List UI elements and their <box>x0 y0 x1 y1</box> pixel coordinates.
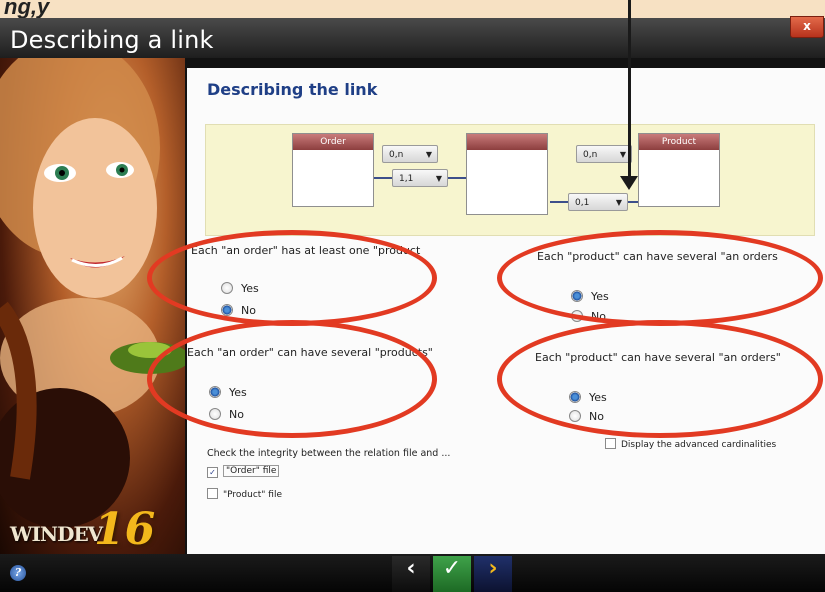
integrity-order-option[interactable]: ✓ "Order" file <box>207 465 280 478</box>
link-table <box>466 133 548 215</box>
close-button[interactable]: x <box>790 16 824 38</box>
product-cardinality-top-select[interactable]: 0,n ▼ <box>576 145 632 163</box>
previous-button[interactable]: ‹ <box>392 556 430 592</box>
advanced-cardinalities-option[interactable]: Display the advanced cardinalities <box>605 438 776 450</box>
integrity-order-label: "Order" file <box>223 465 280 477</box>
link-diagram: Order 0,n ▼ 1,1 ▼ 0,n ▼ 0,1 ▼ Product <box>205 124 815 236</box>
window-title: Describing a link <box>10 26 214 54</box>
next-button[interactable]: › <box>474 556 512 592</box>
chevron-down-icon: ▼ <box>425 150 432 159</box>
checkbox-icon[interactable] <box>207 488 218 499</box>
order-cardinality-bottom-select[interactable]: 1,1 ▼ <box>392 169 448 187</box>
select-value: 0,n <box>389 150 404 160</box>
validate-button[interactable]: ✓ <box>433 556 471 592</box>
annotation-ellipse-q1 <box>147 230 437 326</box>
wizard-window: Describing a link x WINDEV 16 Describing… <box>0 16 825 592</box>
annotation-ellipse-q2 <box>497 230 823 326</box>
title-bar: Describing a link x <box>0 16 825 58</box>
annotation-arrow-shaft <box>628 0 631 180</box>
product-cardinality-bottom-select[interactable]: 0,1 ▼ <box>568 193 628 211</box>
bottom-nav-bar: ? ‹ ✓ › <box>0 554 825 592</box>
integrity-product-option[interactable]: "Product" file <box>207 488 282 500</box>
order-cardinality-top-select[interactable]: 0,n ▼ <box>382 145 438 163</box>
select-value: 0,1 <box>575 198 590 208</box>
windev-logo: WINDEV <box>10 522 103 546</box>
chevron-down-icon: ▼ <box>619 150 626 159</box>
integrity-product-label: "Product" file <box>223 490 283 500</box>
chevron-down-icon: ▼ <box>435 174 442 183</box>
chevron-down-icon: ▼ <box>615 198 622 207</box>
annotation-arrow-head-icon <box>620 176 638 190</box>
order-table-header: Order <box>293 134 373 150</box>
help-button[interactable]: ? <box>10 565 26 581</box>
advanced-cardinalities-label: Display the advanced cardinalities <box>621 440 777 450</box>
annotation-ellipse-q3 <box>147 320 437 438</box>
portrait-illustration <box>0 58 185 528</box>
integrity-label: Check the integrity between the relation… <box>207 448 451 459</box>
page-title: Describing the link <box>207 80 378 99</box>
select-value: 1,1 <box>399 174 414 184</box>
product-table-header: Product <box>639 134 719 150</box>
checkbox-icon[interactable] <box>605 438 616 449</box>
side-illustration: WINDEV 16 <box>0 58 185 554</box>
content-panel: Describing the link Order 0,n ▼ 1,1 ▼ 0,n ▼… <box>147 68 825 554</box>
select-value: 0,n <box>583 150 598 160</box>
checkbox-checked-icon[interactable]: ✓ <box>207 467 218 478</box>
product-table: Product <box>638 133 720 207</box>
link-table-header <box>467 134 547 150</box>
annotation-ellipse-q4 <box>497 320 823 438</box>
order-table: Order <box>292 133 374 207</box>
top-caption: ng,y <box>4 0 50 19</box>
windev-version: 16 <box>94 504 156 554</box>
